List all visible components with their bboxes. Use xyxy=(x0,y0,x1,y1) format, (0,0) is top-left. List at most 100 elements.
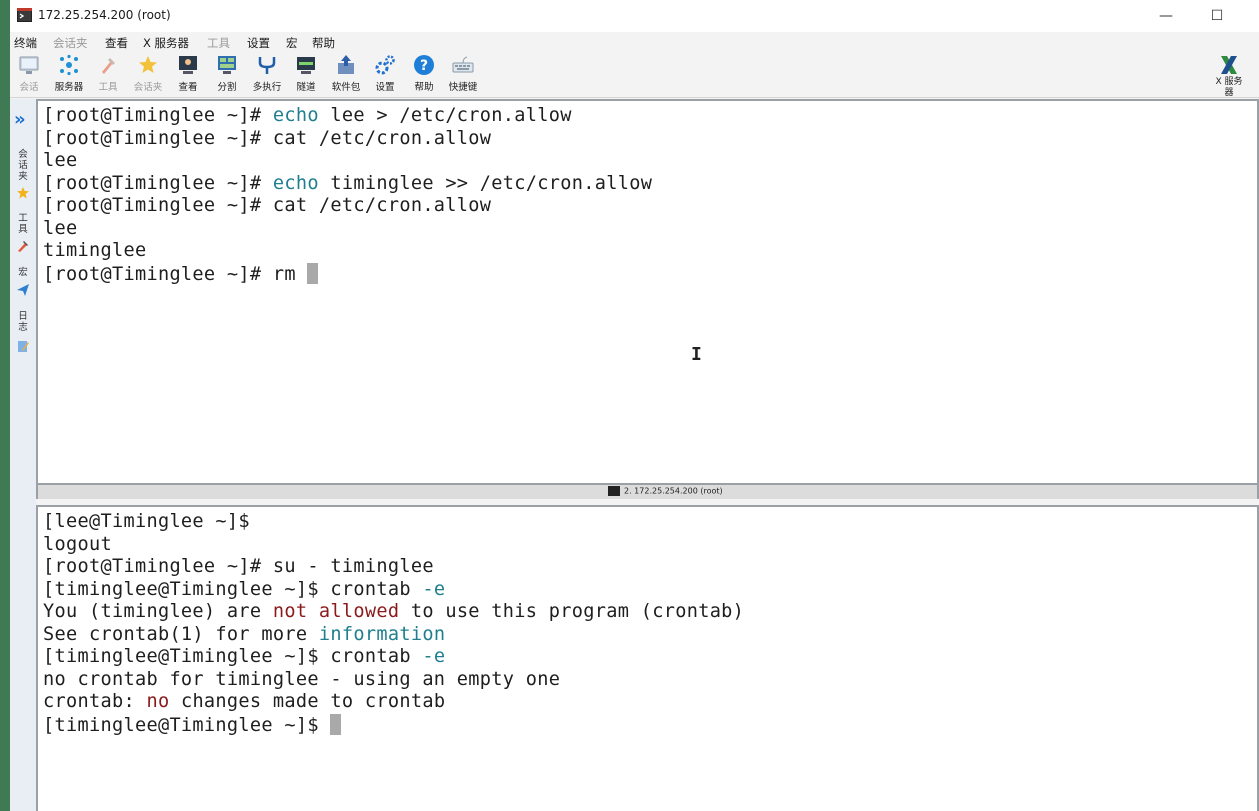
side-tab-sessions[interactable]: 会话夹 xyxy=(16,149,30,182)
menu-terminal[interactable]: 终端 xyxy=(14,35,37,51)
terminal-text: no xyxy=(146,691,170,712)
session-icon xyxy=(19,56,39,74)
terminal-tab-icon xyxy=(608,486,620,496)
terminal-text: logout xyxy=(43,533,112,555)
menu-view[interactable]: 查看 xyxy=(105,35,128,51)
terminal-text: [timinglee@Timinglee ~]$ crontab xyxy=(43,646,423,667)
terminal-text: crontab: xyxy=(43,691,147,712)
terminal-line: lee xyxy=(43,150,652,173)
terminal-text: [root@Timinglee ~]# xyxy=(43,172,273,194)
svg-text:?: ? xyxy=(420,58,428,74)
terminal-cursor xyxy=(307,262,319,284)
terminal-line: [timinglee@Timinglee ~]$ crontab -e xyxy=(43,579,744,602)
terminal-line: no crontab for timinglee - using an empt… xyxy=(43,669,744,692)
expand-sidebar-icon[interactable]: » xyxy=(14,109,26,130)
menu-xserver[interactable]: X 服务器 xyxy=(143,35,189,51)
xserver-button[interactable]: X 服务 器 xyxy=(1209,54,1249,98)
multiexec-icon xyxy=(258,57,276,74)
terminal-text: information xyxy=(318,623,446,645)
keyboard-icon xyxy=(452,56,474,73)
terminal-text: to use this program (crontab) xyxy=(399,601,745,622)
toolbar-session-button[interactable]: 会话 xyxy=(10,54,48,96)
terminal-line: [root@Timinglee ~]# echo timinglee >> /e… xyxy=(43,173,652,196)
pane-status-label: 2. 172.25.254.200 (root) xyxy=(624,486,723,496)
terminal-output-top: [root@Timinglee ~]# echo lee > /etc/cron… xyxy=(43,105,652,285)
terminal-text: [root@Timinglee ~]# xyxy=(43,105,273,126)
mobaxterm-window: 172.25.254.200 (root) — ☐ 终端 会话夹 查看 X 服务… xyxy=(10,0,1259,811)
tunnel-icon xyxy=(297,57,315,74)
side-tab-tools[interactable]: 工具 xyxy=(16,213,30,235)
terminal-line: [root@Timinglee ~]# echo lee > /etc/cron… xyxy=(43,105,652,128)
terminal-line: [timinglee@Timinglee ~]$ crontab -e xyxy=(43,646,744,669)
sessions-star-icon xyxy=(139,56,157,73)
terminal-line: crontab: no changes made to crontab xyxy=(43,691,744,714)
terminal-line: [root@Timinglee ~]# su - timinglee xyxy=(43,556,744,579)
menu-bar: 终端 会话夹 查看 X 服务器 工具 设置 宏 帮助 xyxy=(10,32,1259,52)
terminal-text: timinglee >> /etc/cron.allow xyxy=(318,172,653,194)
maximize-icon: ☐ xyxy=(1210,8,1224,24)
help-icon: ? xyxy=(414,55,434,75)
tools-icon xyxy=(18,241,28,252)
terminal-line: You (timinglee) are not allowed to use t… xyxy=(43,601,744,624)
menu-tools[interactable]: 工具 xyxy=(207,35,230,51)
macro-send-icon xyxy=(17,284,29,296)
menu-sessions[interactable]: 会话夹 xyxy=(53,35,88,51)
terminal-cursor xyxy=(330,713,342,735)
side-tab-log[interactable]: 日志 xyxy=(16,311,30,333)
terminal-text: [root@Timinglee ~]# su - timinglee xyxy=(43,556,434,577)
terminal-line: [root@Timinglee ~]# cat /etc/cron.allow xyxy=(43,128,652,151)
terminal-text: [timinglee@Timinglee ~]$ crontab xyxy=(43,578,423,600)
toolbar: 会话 服务器 工具 会话夹 查看 分割 多执行 隧道 软件包 设置 ? 帮助 快… xyxy=(10,52,1259,98)
side-tab-strip: » 会话夹 工具 宏 日志 xyxy=(10,99,36,811)
view-icon xyxy=(179,56,197,74)
terminal-line: timinglee xyxy=(43,240,652,263)
terminal-line: [root@Timinglee ~]# cat /etc/cron.allow xyxy=(43,195,652,218)
toolbar-split-button[interactable]: 分割 xyxy=(208,54,246,96)
toolbar-sessions-button[interactable]: 会话夹 xyxy=(129,54,167,96)
toolbar-keyboard-button[interactable]: 快捷键 xyxy=(444,54,482,96)
menu-help[interactable]: 帮助 xyxy=(312,35,335,51)
terminal-text: [root@Timinglee ~]# cat /etc/cron.allow xyxy=(43,195,492,216)
text-cursor-ibeam-icon: I xyxy=(691,344,702,365)
split-icon xyxy=(218,56,236,74)
terminal-text: no crontab for timinglee - using an empt… xyxy=(43,668,561,690)
terminal-text: -e xyxy=(422,646,446,667)
toolbar-packages-button[interactable]: 软件包 xyxy=(327,54,365,96)
terminal-output-bottom: [lee@Timinglee ~]$ logout [root@Timinglee … xyxy=(43,511,744,736)
toolbar-view-button[interactable]: 查看 xyxy=(169,54,207,96)
title-bar: 172.25.254.200 (root) — ☐ xyxy=(10,0,1259,32)
terminal-text: [lee@Timinglee ~]$ xyxy=(43,511,250,532)
terminal-line: [lee@Timinglee ~]$ xyxy=(43,511,744,534)
minimize-button[interactable]: — xyxy=(1143,0,1189,32)
terminal-text: [timinglee@Timinglee ~]$ xyxy=(43,714,331,736)
terminal-text: lee xyxy=(43,217,78,239)
terminal-line: lee xyxy=(43,218,652,241)
menu-settings[interactable]: 设置 xyxy=(247,35,270,51)
toolbar-multiexec-button[interactable]: 多执行 xyxy=(248,54,286,96)
terminal-text: changes made to crontab xyxy=(169,691,446,712)
side-tab-macros[interactable]: 宏 xyxy=(16,267,30,278)
pane-status-bar: 2. 172.25.254.200 (root) xyxy=(36,485,1259,499)
toolbar-settings-button[interactable]: 设置 xyxy=(366,54,404,96)
minimize-icon: — xyxy=(1159,8,1173,24)
terminal-text: echo xyxy=(272,105,319,126)
terminal-text: lee xyxy=(43,150,78,171)
terminal-text: See crontab(1) for more xyxy=(43,623,319,645)
terminal-line: See crontab(1) for more information xyxy=(43,624,744,647)
packages-icon xyxy=(338,55,354,74)
toolbar-tools-button[interactable]: 工具 xyxy=(89,54,127,96)
window-title: 172.25.254.200 (root) xyxy=(38,8,171,22)
terminal-pane-top[interactable]: [root@Timinglee ~]# echo lee > /etc/cron… xyxy=(36,99,1259,485)
servers-icon xyxy=(60,54,78,76)
terminal-pane-bottom[interactable]: [lee@Timinglee ~]$ logout [root@Timinglee … xyxy=(36,505,1259,811)
terminal-text: -e xyxy=(422,578,446,600)
terminal-text: lee > /etc/cron.allow xyxy=(318,105,572,126)
toolbar-servers-button[interactable]: 服务器 xyxy=(50,54,88,96)
toolbar-tunnel-button[interactable]: 隧道 xyxy=(287,54,325,96)
terminal-line: [timinglee@Timinglee ~]$ xyxy=(43,713,744,737)
terminal-text: [root@Timinglee ~]# cat /etc/cron.allow xyxy=(43,127,492,149)
maximize-button[interactable]: ☐ xyxy=(1194,0,1240,32)
terminal-line: logout xyxy=(43,534,744,557)
toolbar-help-button[interactable]: ? 帮助 xyxy=(405,54,443,96)
menu-macros[interactable]: 宏 xyxy=(286,35,298,51)
